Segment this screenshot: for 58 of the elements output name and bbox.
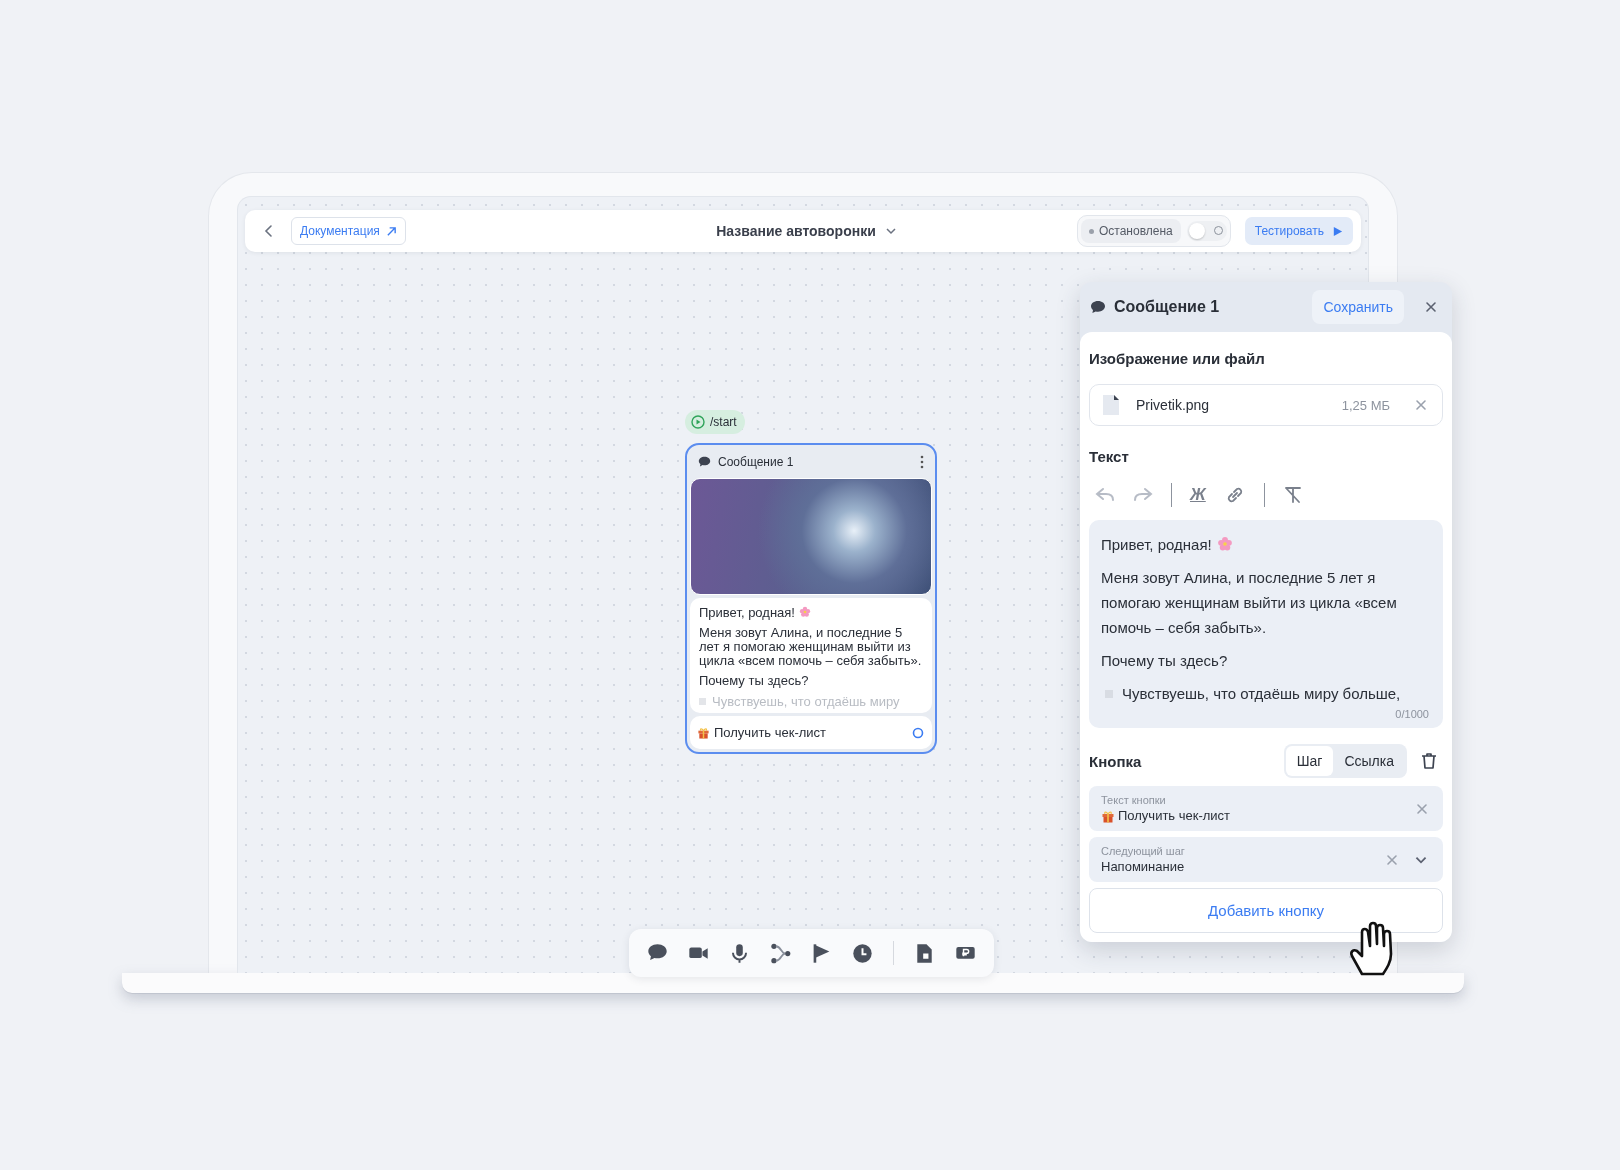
message-node[interactable]: Сообщение 1 Привет, родная! Меня зовут Алина, и последние 5 лет я помогаю женщинам выйти из цикла «всем помочь – себя забыть». Почему ты здесь? Чувствуешь, что отдаёшь миру Получить чек-лист <box>685 443 937 754</box>
mode-tab[interactable]: Шаг <box>1285 746 1334 776</box>
document-icon[interactable] <box>914 942 935 964</box>
play-icon <box>1332 225 1343 237</box>
trash-icon[interactable] <box>1421 752 1437 770</box>
field-label: Текст кнопки <box>1101 794 1167 806</box>
toggle-switch[interactable] <box>1186 221 1227 241</box>
gift-icon <box>1101 808 1115 823</box>
section-heading: Кнопка <box>1089 752 1143 770</box>
status-label: Остановлена <box>1080 219 1181 243</box>
flower-icon <box>1216 536 1233 552</box>
field-value: Напоминание <box>1101 859 1185 874</box>
start-trigger-chip[interactable]: /start <box>685 410 745 434</box>
gift-icon <box>697 726 710 739</box>
clear-format-icon[interactable] <box>1282 485 1303 505</box>
button-text-field[interactable]: Текст кнопки Получить чек-лист <box>1089 786 1443 831</box>
message-text: Привет, родная! <box>1101 532 1431 557</box>
field-value: Получить чек-лист <box>1118 808 1231 823</box>
message-text: Меня зовут Алина, и последние 5 лет я помогаю женщинам выйти из цикла «всем помочь – себя забыть». <box>699 626 923 668</box>
branch-icon[interactable] <box>770 942 791 964</box>
field-label: Следующий шаг <box>1101 845 1186 857</box>
bullet-icon <box>699 698 706 705</box>
chat-bubble-icon <box>698 455 711 468</box>
play-circle-icon <box>691 415 705 429</box>
documentation-link[interactable]: Документация <box>291 217 406 245</box>
flag-icon[interactable] <box>811 942 832 964</box>
funnel-title-dropdown[interactable]: Название автоворонки <box>716 223 898 239</box>
file-name: Privetik.png <box>1136 397 1211 413</box>
node-button[interactable]: Получить чек-лист <box>690 716 932 749</box>
save-button[interactable]: Сохранить <box>1312 290 1404 324</box>
file-icon <box>1102 394 1120 416</box>
microphone-icon[interactable] <box>729 942 750 964</box>
section-heading: Изображение или файл <box>1089 350 1266 367</box>
message-text: Меня зовут Алина, и последние 5 лет я помогаю женщинам выйти из цикла «всем помочь – себя забыть». <box>1101 568 1398 638</box>
more-icon[interactable] <box>920 454 924 469</box>
message-text-field[interactable]: Привет, родная! Меня зовут Алина, и последние 5 лет я помогаю женщинам выйти из цикла «всем помочь – себя забыть». Почему ты здесь? Чувствуешь, что отдаёшь миру больше, 0/1000 <box>1089 520 1443 728</box>
next-step-select[interactable]: Следующий шаг Напоминание <box>1089 837 1443 882</box>
connector-port-icon[interactable] <box>912 726 924 739</box>
message-text: Почему ты здесь? <box>1101 651 1229 671</box>
button-label: Получить чек-лист <box>714 725 828 740</box>
close-icon[interactable] <box>1424 300 1438 314</box>
panel-title: Сообщение 1 <box>1114 298 1221 316</box>
node-title: Сообщение 1 <box>718 454 795 469</box>
add-button[interactable]: Добавить кнопку <box>1089 888 1443 933</box>
mode-tab[interactable]: Ссылка <box>1333 746 1405 776</box>
clock-icon[interactable] <box>852 942 873 964</box>
chat-bubble-icon <box>1090 300 1106 314</box>
flower-icon <box>798 606 811 618</box>
external-link-icon <box>385 225 397 237</box>
character-counter: 0/1000 <box>1394 708 1430 720</box>
faded-list-item: Чувствуешь, что отдаёшь миру <box>712 694 900 709</box>
file-size: 1,25 МБ <box>1341 397 1390 413</box>
list-item-text: Чувствуешь, что отдаёшь миру больше, <box>1122 684 1401 704</box>
message-text: Почему ты здесь? <box>699 674 810 688</box>
format-button[interactable]: Ж <box>1190 484 1206 506</box>
section-heading: Текст <box>1089 448 1130 465</box>
message-text: Привет, родная! <box>699 606 923 620</box>
remove-file-icon[interactable] <box>1414 398 1428 412</box>
